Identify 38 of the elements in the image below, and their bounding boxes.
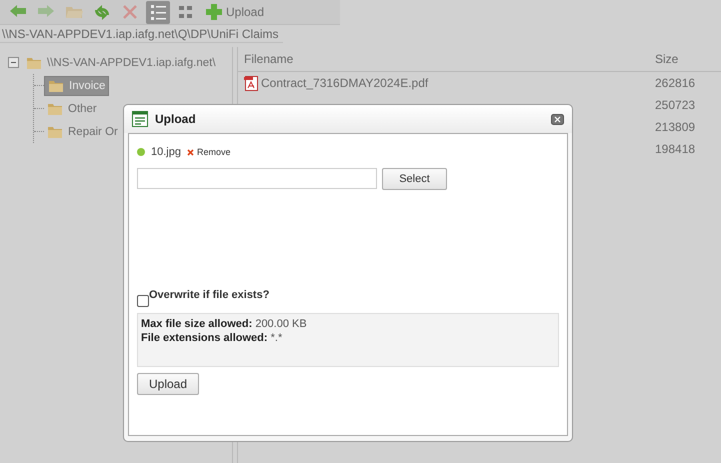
checkbox-label: Overwrite if file exists?	[149, 289, 270, 301]
select-button[interactable]: Select	[382, 168, 447, 190]
grid-view-icon	[177, 3, 195, 21]
folder-icon	[47, 124, 63, 138]
upload-button[interactable]: Upload	[202, 0, 268, 24]
collapse-icon[interactable]	[8, 57, 19, 68]
delete-icon	[121, 3, 139, 21]
tree-item[interactable]: Repair Or	[44, 122, 121, 140]
uploaded-file-name: 10.jpg	[151, 146, 181, 158]
tree-item[interactable]: Other	[44, 100, 100, 118]
plus-icon	[205, 3, 223, 21]
tree-item[interactable]: Invoice	[44, 76, 110, 96]
overwrite-checkbox[interactable]	[137, 295, 149, 307]
folder-icon	[47, 102, 63, 116]
refresh-icon	[93, 3, 111, 21]
dialog-title: Upload	[155, 112, 197, 126]
folder-icon	[26, 56, 42, 70]
info-text: Max file size allowed: 200.00 KB	[141, 317, 308, 331]
remove-icon	[186, 148, 194, 156]
file-input-field[interactable]	[137, 168, 377, 189]
list-view-button[interactable]	[146, 0, 170, 24]
close-button[interactable]	[551, 114, 564, 124]
window-icon	[132, 111, 148, 127]
file-name[interactable]: Contract_7316DMAY2024E.pdf	[261, 76, 428, 90]
column-header: Size	[649, 47, 721, 72]
path-bar: \\NS-VAN-APPDEV1.iap.iafg.net\Q\DP\UniFi Claims	[0, 26, 283, 43]
remove-link[interactable]: Remove	[186, 147, 230, 157]
file-size: 250723	[654, 97, 696, 114]
file-size: 213809	[654, 119, 696, 136]
info-text: File extensions allowed: *.*	[141, 331, 284, 345]
column-header: Filename	[238, 47, 649, 72]
upload-button[interactable]: Upload	[137, 373, 199, 395]
pdf-file-icon	[244, 76, 258, 90]
tree-item[interactable]: \\NS-VAN-APPDEV1.iap.iafg.net\	[23, 54, 219, 72]
file-size: 198418	[654, 141, 696, 158]
folder-icon	[48, 78, 64, 92]
file-size: 262816	[649, 72, 721, 94]
list-view-icon	[149, 3, 167, 21]
